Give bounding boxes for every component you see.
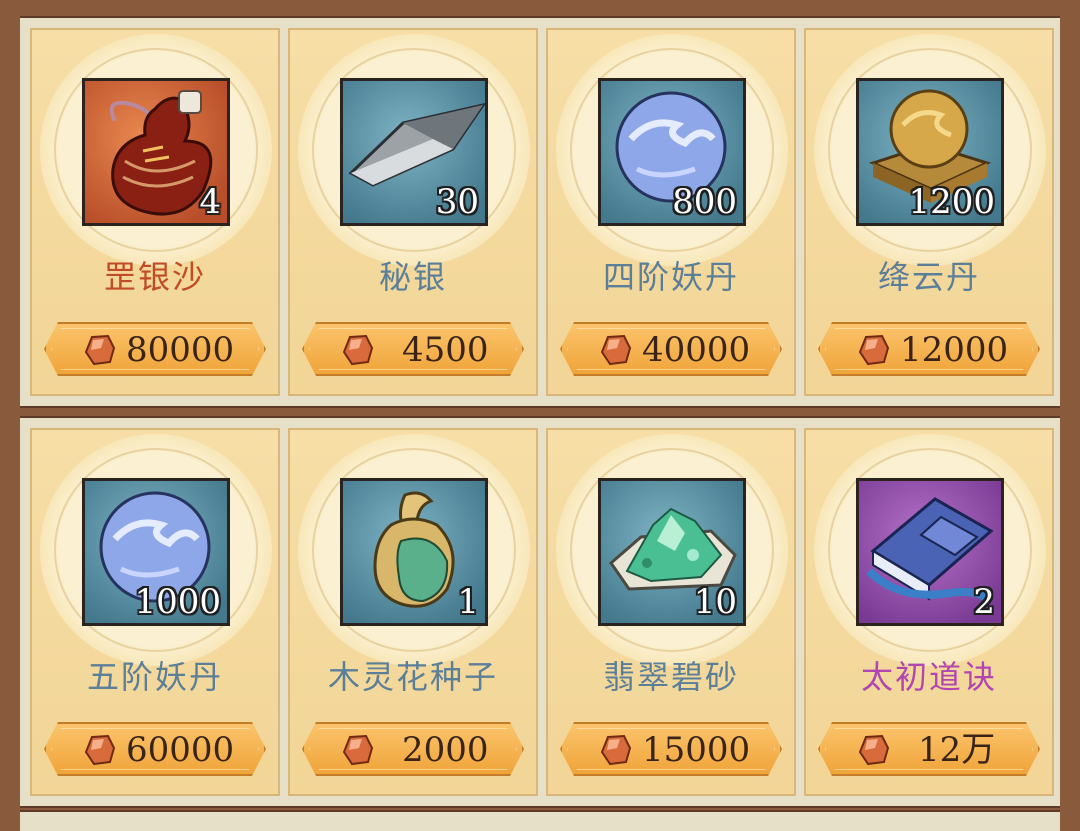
spirit-stone-icon — [858, 334, 890, 366]
shop-shelf-row-partial — [20, 810, 1060, 831]
item-quantity: 800 — [672, 182, 737, 222]
shop-item-card[interactable]: 800 四阶妖丹 40000 — [546, 28, 796, 396]
item-price: 2000 — [402, 730, 489, 770]
buy-button[interactable]: 15000 — [560, 722, 782, 776]
item-name: 翡翠碧砂 — [602, 658, 739, 696]
item-icon-frame: 2 — [856, 478, 1004, 626]
buy-button[interactable]: 40000 — [560, 322, 782, 376]
item-icon-frame: 10 — [598, 478, 746, 626]
item-quantity: 10 — [693, 582, 737, 622]
item-price: 40000 — [642, 330, 751, 370]
item-icon-frame: 800 — [598, 78, 746, 226]
item-quantity: 1 — [457, 582, 479, 622]
item-price: 80000 — [126, 330, 235, 370]
spirit-stone-icon — [858, 734, 890, 766]
item-quantity: 2 — [973, 582, 995, 622]
item-price: 12000 — [900, 330, 1009, 370]
spirit-stone-icon — [84, 734, 116, 766]
item-price: 4500 — [402, 330, 489, 370]
spirit-stone-icon — [342, 734, 374, 766]
item-icon-frame: 1000 — [82, 478, 230, 626]
item-icon-frame: 1 — [340, 478, 488, 626]
shop-item-card[interactable]: 1000 五阶妖丹 60000 — [30, 428, 280, 796]
item-name: 绛云丹 — [877, 258, 980, 296]
item-name: 秘银 — [378, 258, 447, 296]
item-price: 12万 — [918, 730, 996, 770]
spirit-stone-icon — [342, 334, 374, 366]
shop-item-card[interactable]: 1200 绛云丹 12000 — [804, 28, 1054, 396]
shop-item-card[interactable]: 10 翡翠碧砂 15000 — [546, 428, 796, 796]
item-name: 木灵花种子 — [327, 658, 498, 696]
shop-item-card[interactable]: 4 罡银沙 80000 — [30, 28, 280, 396]
shop-item-card[interactable]: 1 木灵花种子 2000 — [288, 428, 538, 796]
item-name: 太初道诀 — [860, 658, 997, 696]
item-price: 15000 — [642, 730, 751, 770]
buy-button[interactable]: 80000 — [44, 322, 266, 376]
spirit-stone-icon — [600, 334, 632, 366]
buy-button[interactable]: 12万 — [818, 722, 1040, 776]
item-price: 60000 — [126, 730, 235, 770]
shop-item-card[interactable]: 2 太初道诀 12万 — [804, 428, 1054, 796]
item-icon-frame: 1200 — [856, 78, 1004, 226]
buy-button[interactable]: 12000 — [818, 322, 1040, 376]
item-quantity: 4 — [199, 182, 221, 222]
item-quantity: 30 — [435, 182, 479, 222]
buy-button[interactable]: 4500 — [302, 322, 524, 376]
spirit-stone-icon — [84, 334, 116, 366]
item-quantity: 1200 — [908, 182, 995, 222]
item-name: 五阶妖丹 — [86, 658, 223, 696]
buy-button[interactable]: 60000 — [44, 722, 266, 776]
spirit-stone-icon — [600, 734, 632, 766]
item-name: 罡银沙 — [103, 258, 206, 296]
item-icon-frame: 4 — [82, 78, 230, 226]
shop-panel: 4 罡银沙 80000 30 秘银 4500 800 四阶妖丹 40000 12… — [0, 0, 1080, 831]
shop-shelf-row: 4 罡银沙 80000 30 秘银 4500 800 四阶妖丹 40000 12… — [20, 16, 1060, 408]
shop-shelf-row: 1000 五阶妖丹 60000 1 木灵花种子 2000 10 翡翠碧砂 150… — [20, 416, 1060, 808]
shop-item-card[interactable]: 30 秘银 4500 — [288, 28, 538, 396]
item-name: 四阶妖丹 — [602, 258, 739, 296]
item-quantity: 1000 — [134, 582, 221, 622]
buy-button[interactable]: 2000 — [302, 722, 524, 776]
item-icon-frame: 30 — [340, 78, 488, 226]
